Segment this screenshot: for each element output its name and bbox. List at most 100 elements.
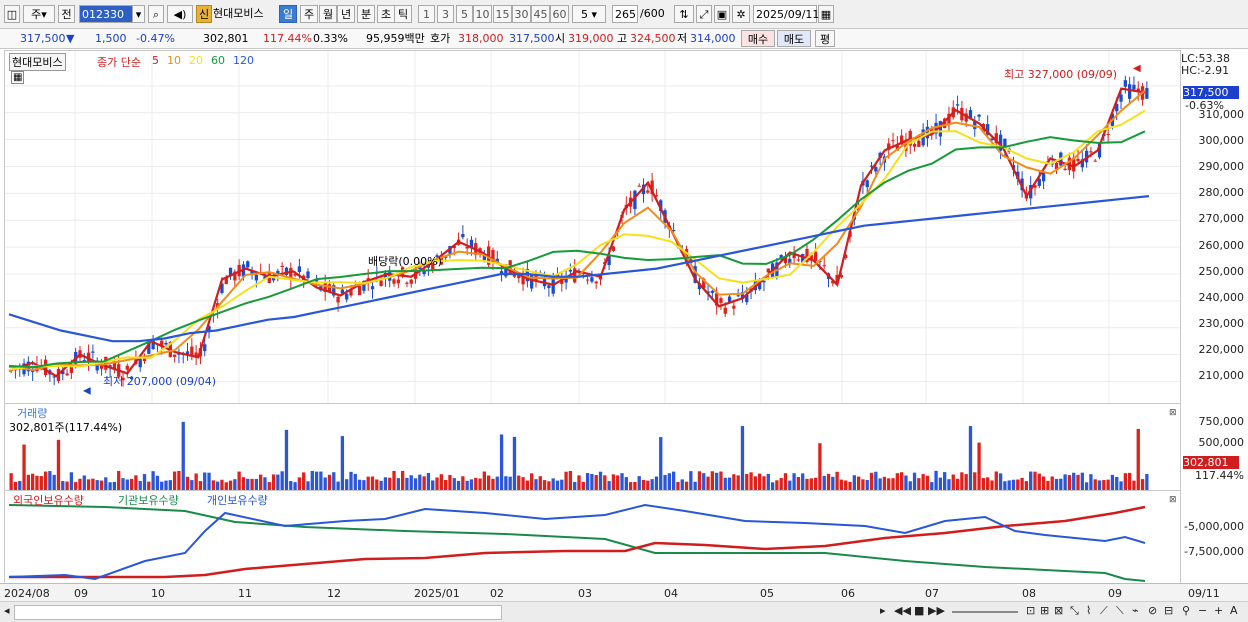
sound-icon[interactable]: ◀) bbox=[167, 5, 193, 23]
chevron-down-icon[interactable]: ▾ bbox=[132, 5, 145, 23]
volume-bar bbox=[994, 471, 998, 490]
vol-tick-500: 500,000 bbox=[1198, 436, 1245, 449]
calendar-icon[interactable]: ▦ bbox=[818, 5, 834, 23]
interval-button-6[interactable]: 45 bbox=[531, 5, 550, 23]
save-icon[interactable]: ▣ bbox=[714, 5, 730, 23]
tool-icon-7[interactable]: ⟍ bbox=[1116, 604, 1124, 618]
font-icon[interactable]: A bbox=[1230, 604, 1238, 617]
volume-bar bbox=[1136, 428, 1140, 490]
period-tab-4[interactable]: 분 bbox=[357, 5, 375, 23]
chart-type-icon[interactable]: ◫ bbox=[4, 5, 20, 23]
date-input[interactable]: 2025/09/11 bbox=[753, 5, 819, 23]
interval-button-5[interactable]: 30 bbox=[512, 5, 531, 23]
tool-icon-5[interactable]: ⌇ bbox=[1086, 604, 1091, 617]
volume-bar bbox=[1011, 479, 1016, 490]
tool-icon-9[interactable]: ⊘ bbox=[1148, 604, 1157, 617]
draw-icon[interactable]: ⤢ bbox=[696, 5, 712, 23]
price-tick-0: 310,000 bbox=[1198, 108, 1245, 121]
eval-button[interactable]: 평 bbox=[815, 30, 835, 47]
volume-bar bbox=[194, 473, 198, 490]
volume-bar bbox=[383, 477, 388, 490]
volume-bar bbox=[663, 475, 667, 490]
interval-button-3[interactable]: 10 bbox=[473, 5, 492, 23]
volume-chart: ⊠ bbox=[9, 408, 1177, 490]
buy-button[interactable]: 매수 bbox=[741, 30, 775, 47]
volume-bar bbox=[973, 472, 977, 490]
volume-bar bbox=[715, 472, 719, 490]
volume-bar bbox=[1123, 473, 1127, 490]
candle-body bbox=[637, 185, 641, 187]
rewind-icon[interactable]: ◀◀ bbox=[894, 604, 911, 617]
change-percent: -0.47% bbox=[136, 32, 175, 45]
tool-icon-10[interactable]: ⊟ bbox=[1164, 604, 1173, 617]
volume-bar bbox=[809, 478, 813, 490]
ma-legend: 5 10 20 60 120 bbox=[152, 54, 262, 67]
count-input[interactable]: 265 bbox=[612, 5, 638, 23]
volume-bar bbox=[422, 476, 426, 490]
volume-bar bbox=[9, 473, 13, 490]
candle-body bbox=[568, 269, 573, 272]
tool-icon-2[interactable]: ⊞ bbox=[1040, 604, 1049, 617]
zoom-icon[interactable]: ⚲ bbox=[1182, 604, 1190, 617]
volume-bar bbox=[930, 482, 934, 490]
volume-bar bbox=[671, 471, 676, 490]
grid-icon[interactable]: ▦ bbox=[11, 71, 25, 84]
prev-button[interactable]: 전 bbox=[58, 5, 75, 23]
volume-bar bbox=[74, 482, 78, 490]
period-tab-2[interactable]: 월 bbox=[319, 5, 337, 23]
zoom-slider[interactable] bbox=[952, 611, 1018, 613]
interval-button-7[interactable]: 60 bbox=[550, 5, 569, 23]
candle-body bbox=[955, 104, 960, 106]
period-tab-6[interactable]: 틱 bbox=[394, 5, 412, 23]
new-badge[interactable]: 신 bbox=[196, 5, 212, 23]
forward-icon[interactable]: ▶▶ bbox=[928, 604, 945, 617]
period-tab-3[interactable]: 년 bbox=[337, 5, 355, 23]
interval-button-4[interactable]: 15 bbox=[493, 5, 512, 23]
volume-bar bbox=[345, 479, 349, 490]
period-tab-5[interactable]: 초 bbox=[377, 5, 395, 23]
tool-icon-4[interactable]: ⤡ bbox=[1070, 604, 1079, 618]
scroll-left-icon[interactable]: ◂ bbox=[4, 604, 10, 617]
volume-bar bbox=[1102, 480, 1106, 490]
zoom-out-icon[interactable]: − bbox=[1198, 604, 1207, 617]
scrollbar-thumb[interactable] bbox=[14, 605, 502, 620]
candle-body bbox=[345, 293, 349, 300]
volume-bar bbox=[443, 479, 448, 490]
interval-button-2[interactable]: 5 bbox=[456, 5, 473, 23]
ma-legend-3: 60 bbox=[211, 54, 225, 67]
search-icon[interactable]: ⌕ bbox=[148, 5, 164, 23]
period-select[interactable]: 주▾ bbox=[23, 5, 55, 23]
indicator-icon[interactable]: ⇅ bbox=[674, 5, 694, 23]
volume-bar bbox=[1127, 472, 1132, 490]
stop-icon[interactable]: ■ bbox=[914, 604, 924, 617]
gear-icon[interactable]: ✲ bbox=[732, 5, 750, 23]
stock-name-tag[interactable]: 현대모비스 bbox=[9, 53, 66, 71]
volume-bar bbox=[478, 478, 482, 490]
tool-icon-6[interactable]: ⟋ bbox=[1100, 604, 1108, 618]
volume-bar bbox=[289, 481, 293, 490]
zoom-in-icon[interactable]: + bbox=[1214, 604, 1223, 617]
volume-bar bbox=[547, 481, 551, 490]
candle-body bbox=[646, 190, 650, 193]
interval-button-1[interactable]: 3 bbox=[437, 5, 454, 23]
tool-icon-3[interactable]: ⊠ bbox=[1054, 604, 1063, 617]
volume-bar bbox=[1084, 482, 1089, 490]
volume-bar bbox=[813, 477, 818, 490]
volume-bar bbox=[508, 476, 512, 490]
period-tab-1[interactable]: 주 bbox=[300, 5, 318, 23]
tool-icon-1[interactable]: ⊡ bbox=[1026, 604, 1035, 617]
sell-button[interactable]: 매도 bbox=[777, 30, 811, 47]
ma-legend-1: 10 bbox=[167, 54, 181, 67]
interval-button-0[interactable]: 1 bbox=[418, 5, 435, 23]
volume-bar bbox=[878, 478, 882, 490]
period-tab-0[interactable]: 일 bbox=[279, 5, 297, 23]
volume-bar bbox=[91, 478, 95, 490]
volume-bar bbox=[874, 471, 878, 490]
volume-bar bbox=[1132, 480, 1136, 490]
volume-bar bbox=[659, 437, 663, 490]
volume-bar bbox=[977, 442, 981, 490]
volume-bar bbox=[431, 480, 435, 490]
interval-select[interactable]: 5 ▾ bbox=[572, 5, 606, 23]
scroll-right-icon[interactable]: ▸ bbox=[880, 604, 886, 617]
tool-icon-8[interactable]: ⌁ bbox=[1132, 604, 1139, 617]
